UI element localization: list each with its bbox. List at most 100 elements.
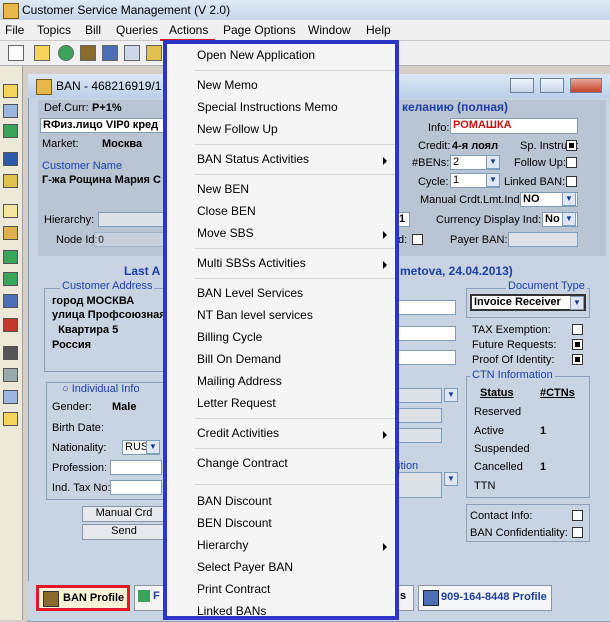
ban-confidentiality-checkbox[interactable] <box>572 527 583 538</box>
document-type-select[interactable]: Invoice Receiver <box>470 294 586 311</box>
individual-info-radio-label[interactable]: ○ Individual Info <box>60 383 142 395</box>
grid-icon[interactable] <box>3 390 18 404</box>
menu-item-credit-activities[interactable]: Credit Activities <box>197 426 279 440</box>
open-folder-icon[interactable] <box>34 45 50 61</box>
menu-item-multi-sbss-activities[interactable]: Multi SBSs Activities <box>197 256 306 270</box>
manual-crdt-dropdown-icon[interactable]: ▼ <box>562 192 576 206</box>
calculator-icon[interactable] <box>3 152 18 166</box>
cycle-dropdown-icon[interactable]: ▼ <box>486 173 500 187</box>
menu-item-print-contract[interactable]: Print Contract <box>197 582 270 596</box>
menu-item-ban-status-activities[interactable]: BAN Status Activities <box>197 152 309 166</box>
manual-crd-button[interactable]: Manual Crd <box>82 506 166 522</box>
actions-dropdown-menu: Open New Application New Memo Special In… <box>163 40 399 620</box>
phone-card-icon <box>423 590 439 606</box>
ition-field[interactable] <box>396 472 442 498</box>
menu-separator <box>195 448 395 449</box>
tab-ctn-profile[interactable]: 909-164-8448 Profile <box>418 585 552 611</box>
key-icon[interactable] <box>146 45 162 61</box>
menu-help[interactable]: Help <box>366 23 391 37</box>
menu-window[interactable]: Window <box>308 23 351 37</box>
ban-confidentiality-label: BAN Confidentiality: <box>470 527 568 539</box>
menu-item-ben-discount[interactable]: BEN Discount <box>197 516 272 530</box>
menu-item-ban-discount[interactable]: BAN Discount <box>197 494 272 508</box>
address-field[interactable] <box>396 326 456 341</box>
bens-dropdown-icon[interactable]: ▼ <box>486 155 500 169</box>
menu-item-new-memo[interactable]: New Memo <box>197 78 258 92</box>
menu-item-new-follow-up[interactable]: New Follow Up <box>197 122 278 136</box>
payer-ban-field[interactable] <box>508 232 578 247</box>
follow-up-checkbox[interactable] <box>566 157 577 168</box>
menu-actions[interactable]: Actions <box>169 23 208 37</box>
contact-info-checkbox[interactable] <box>572 510 583 521</box>
document-type-dropdown-icon[interactable]: ▼ <box>570 296 584 310</box>
menu-queries[interactable]: Queries <box>116 23 158 37</box>
address-field[interactable] <box>396 300 456 315</box>
credit-label: Credit: <box>418 140 451 152</box>
window-icon[interactable] <box>3 104 18 118</box>
refresh-icon[interactable] <box>58 45 74 61</box>
d-checkbox[interactable] <box>412 234 423 245</box>
filter-icon[interactable] <box>3 318 18 332</box>
tax-exemption-checkbox[interactable] <box>572 324 583 335</box>
menu-item-change-contract[interactable]: Change Contract <box>197 456 288 470</box>
transfer-icon[interactable] <box>3 124 18 138</box>
menu-page-options[interactable]: Page Options <box>223 23 296 37</box>
market-label: Market: <box>42 138 79 150</box>
note-icon[interactable] <box>3 204 18 218</box>
ition-dropdown-icon[interactable]: ▼ <box>444 472 458 486</box>
restore-button[interactable] <box>540 78 564 93</box>
agent-icon[interactable] <box>80 45 96 61</box>
menu-item-mailing-address[interactable]: Mailing Address <box>197 374 282 388</box>
disk-icon[interactable] <box>3 346 18 360</box>
info-field[interactable]: РОМАШКА <box>450 118 578 134</box>
menu-item-letter-request[interactable]: Letter Request <box>197 396 276 410</box>
menu-item-billing-cycle[interactable]: Billing Cycle <box>197 330 262 344</box>
currency-display-dropdown-icon[interactable]: ▼ <box>562 212 576 226</box>
pages-icon[interactable] <box>3 272 18 286</box>
menu-item-bill-on-demand[interactable]: Bill On Demand <box>197 352 281 366</box>
nationality-dropdown-icon[interactable]: ▼ <box>146 440 160 454</box>
hierarchy-field[interactable] <box>98 212 164 227</box>
route-icon[interactable] <box>3 226 18 240</box>
menu-bill[interactable]: Bill <box>85 23 101 37</box>
menu-item-new-ben[interactable]: New BEN <box>197 182 249 196</box>
tab-f[interactable]: F <box>134 585 164 611</box>
menu-item-move-sbs[interactable]: Move SBS <box>197 226 254 240</box>
folder-icon[interactable] <box>3 84 18 98</box>
status-dropdown-icon[interactable]: ▼ <box>444 388 458 402</box>
list-icon[interactable] <box>124 45 140 61</box>
close-button[interactable] <box>570 78 602 93</box>
bens-label: #BENs: <box>412 157 450 169</box>
proof-identity-checkbox[interactable] <box>572 354 583 365</box>
database-icon[interactable] <box>3 368 18 382</box>
menu-item-hierarchy[interactable]: Hierarchy <box>197 538 248 552</box>
menu-item-special-instructions-memo[interactable]: Special Instructions Memo <box>197 100 338 114</box>
nts-icon[interactable] <box>3 412 18 426</box>
profession-field[interactable] <box>110 460 162 475</box>
menu-item-ban-level-services[interactable]: BAN Level Services <box>197 286 303 300</box>
menu-item-open-new-application[interactable]: Open New Application <box>197 48 315 62</box>
sp-instruct-checkbox[interactable] <box>566 140 577 151</box>
menu-item-linked-bans[interactable]: Linked BANs <box>197 604 266 618</box>
stack-icon[interactable] <box>3 294 18 308</box>
menu-item-close-ben[interactable]: Close BEN <box>197 204 256 218</box>
menu-file[interactable]: File <box>5 23 24 37</box>
send-button[interactable]: Send <box>82 524 166 540</box>
future-requests-checkbox[interactable] <box>572 339 583 350</box>
phone-icon[interactable] <box>3 174 18 188</box>
def-curr-label: Def.Curr: <box>44 102 89 114</box>
ctn-count-header: #CTNs <box>540 387 575 399</box>
menu-item-select-payer-ban[interactable]: Select Payer BAN <box>197 560 293 574</box>
contact-info-label: Contact Info: <box>470 510 533 522</box>
linked-ban-checkbox[interactable] <box>566 176 577 187</box>
menu-item-nt-ban-level-services[interactable]: NT Ban level services <box>197 308 313 322</box>
minimize-button[interactable] <box>510 78 534 93</box>
menu-topics[interactable]: Topics <box>37 23 71 37</box>
tab-ban-profile[interactable]: BAN Profile <box>36 585 130 611</box>
ind-tax-field[interactable] <box>110 480 162 495</box>
status-field[interactable] <box>396 388 442 403</box>
user-card-icon[interactable] <box>102 45 118 61</box>
new-doc-icon[interactable] <box>8 45 24 61</box>
address-field[interactable] <box>396 350 456 365</box>
doc-icon[interactable] <box>3 250 18 264</box>
